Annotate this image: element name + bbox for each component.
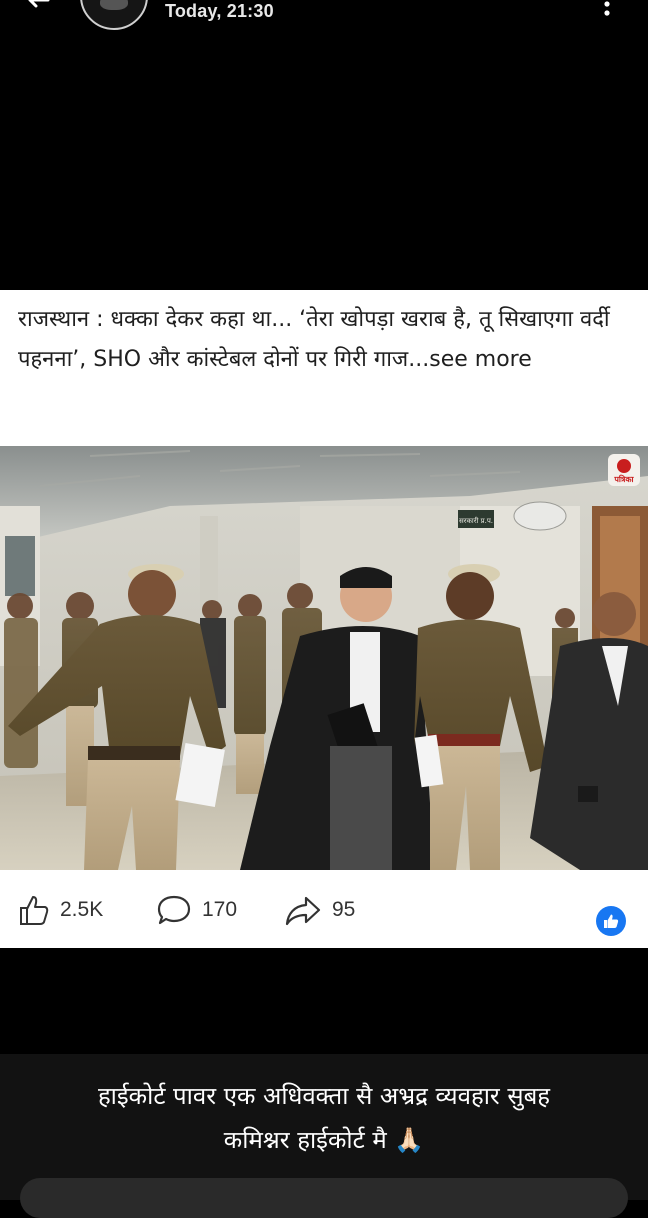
like-badge-icon <box>604 914 619 928</box>
like-count: 2.5K <box>60 898 104 921</box>
share-count: 95 <box>332 898 356 921</box>
status-caption-text: हाईकोर्ट पावर एक अधिवक्ता सै अभ्रद्र व्य… <box>24 1074 624 1162</box>
back-arrow-icon[interactable] <box>24 0 52 18</box>
more-vertical-icon[interactable] <box>598 0 616 24</box>
patrika-logo: पत्रिका <box>608 454 640 486</box>
see-more-link[interactable]: ...see more <box>408 347 532 372</box>
post-photo[interactable]: सरकारी प्र.प. पत्रिका <box>0 446 648 870</box>
reaction-bar: 2.5K 170 95 <box>0 878 648 948</box>
like-reaction-badge <box>596 906 626 936</box>
comment-count: 170 <box>202 898 238 921</box>
post-caption[interactable]: राजस्थान : धक्का देकर कहा था... ‘तेरा खो… <box>18 300 632 380</box>
comment-action[interactable]: 170 <box>156 892 237 928</box>
post-timestamp: Today, 21:30 <box>165 1 274 21</box>
photo-illustration: सरकारी प्र.प. पत्रिका <box>0 446 648 870</box>
shared-post-card[interactable]: राजस्थान : धक्का देकर कहा था... ‘तेरा खो… <box>0 290 648 948</box>
reply-bar[interactable] <box>20 1178 628 1218</box>
share-action[interactable]: 95 <box>284 892 355 928</box>
like-action[interactable]: 2.5K <box>18 892 103 928</box>
avatar[interactable] <box>80 0 148 30</box>
status-caption-line-1: हाईकोर्ट पावर एक अधिवक्ता सै अभ्रद्र व्य… <box>97 1082 551 1110</box>
thumbs-up-icon <box>20 896 49 925</box>
comment-bubble-icon <box>157 895 191 925</box>
patrika-logo-text: पत्रिका <box>613 474 634 484</box>
status-caption-line-2: कमिश्नर हाईकोर्ट मै 🙏🏻 <box>223 1126 425 1154</box>
share-arrow-icon <box>285 896 321 926</box>
status-header: Today, 21:30 <box>0 0 648 290</box>
wall-sign-text: सरकारी प्र.प. <box>459 516 493 525</box>
